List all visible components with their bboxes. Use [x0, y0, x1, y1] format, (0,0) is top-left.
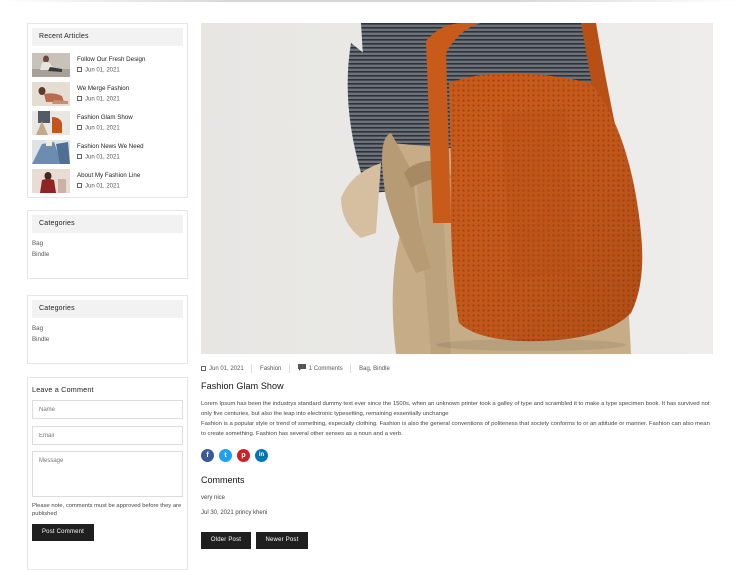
- older-post-button[interactable]: Older Post: [201, 532, 251, 549]
- calendar-icon: [77, 67, 82, 72]
- post-paragraph: Fashion is a popular style or trend of s…: [201, 421, 710, 437]
- comment-icon: [297, 364, 306, 373]
- article-date-text: Jun 01, 2021: [85, 154, 120, 161]
- post-paragraph: Lorem Ipsum has been the industrys stand…: [201, 401, 710, 417]
- article-thumbnail[interactable]: [32, 169, 70, 193]
- article-date-text: Jun 01, 2021: [85, 96, 120, 103]
- post-comment-button[interactable]: Post Comment: [32, 524, 94, 541]
- article-thumbnail[interactable]: [32, 111, 70, 135]
- category-link-bag[interactable]: Bag: [32, 325, 43, 332]
- article-date-text: Jun 01, 2021: [85, 183, 120, 190]
- leave-comment-title: Leave a Comment: [32, 385, 94, 394]
- calendar-icon: [77, 183, 82, 188]
- facebook-icon[interactable]: f: [201, 449, 214, 462]
- post-body: Lorem Ipsum has been the industrys stand…: [201, 399, 713, 439]
- article-date: Jun 01, 2021: [77, 154, 120, 161]
- post-hero-image: [201, 23, 713, 354]
- article-date: Jun 01, 2021: [77, 125, 120, 132]
- post-date: Jun 01, 2021: [209, 365, 244, 372]
- article-date-text: Jun 01, 2021: [85, 125, 120, 132]
- article-date-text: Jun 01, 2021: [85, 67, 120, 74]
- recent-article-item[interactable]: Fashion Glam Show Jun 01, 2021: [32, 111, 184, 135]
- calendar-icon: [77, 125, 82, 130]
- categories-widget: Categories Bag Bindle: [27, 295, 188, 364]
- recent-article-item[interactable]: About My Fashion Line Jun 01, 2021: [32, 169, 184, 193]
- calendar-icon: [201, 366, 206, 371]
- article-title[interactable]: About My Fashion Line: [77, 172, 140, 179]
- comments-heading: Comments: [201, 475, 245, 485]
- leave-comment-widget: Leave a Comment Please note, comments mu…: [27, 377, 188, 570]
- categories-title: Categories: [32, 215, 183, 233]
- email-input[interactable]: [32, 426, 183, 445]
- comment-text: very nice: [201, 495, 226, 501]
- moderation-note: Please note, comments must be approved b…: [32, 503, 182, 518]
- pinterest-icon[interactable]: p: [237, 449, 250, 462]
- linkedin-icon[interactable]: in: [255, 449, 268, 462]
- article-date: Jun 01, 2021: [77, 96, 120, 103]
- post-title: Fashion Glam Show: [201, 381, 284, 391]
- divider: [289, 364, 291, 373]
- article-thumbnail[interactable]: [32, 53, 70, 77]
- divider: [350, 364, 352, 373]
- categories-title: Categories: [32, 300, 183, 318]
- post-author-link[interactable]: Fashion: [260, 366, 281, 372]
- article-date: Jun 01, 2021: [77, 183, 120, 190]
- calendar-icon: [77, 154, 82, 159]
- category-link-bag[interactable]: Bag: [32, 240, 43, 247]
- recent-articles-widget: Recent Articles Follow Our Fresh Design …: [27, 23, 188, 198]
- category-link-bindle[interactable]: Bindle: [32, 336, 49, 343]
- message-textarea[interactable]: [32, 451, 183, 497]
- divider: [251, 364, 253, 373]
- article-date: Jun 01, 2021: [77, 67, 120, 74]
- category-link-bindle[interactable]: Bindle: [32, 251, 49, 258]
- article-thumbnail[interactable]: [32, 140, 70, 164]
- recent-article-item[interactable]: Follow Our Fresh Design Jun 01, 2021: [32, 53, 184, 77]
- recent-article-item[interactable]: We Merge Fashion Jun 01, 2021: [32, 82, 184, 106]
- twitter-icon[interactable]: t: [219, 449, 232, 462]
- comment-meta: Jul 30, 2021 princy kheni: [201, 510, 268, 516]
- categories-widget: Categories Bag Bindle: [27, 210, 188, 279]
- newer-post-button[interactable]: Newer Post: [256, 532, 308, 549]
- top-divider: [0, 0, 740, 2]
- article-title[interactable]: Follow Our Fresh Design: [77, 56, 145, 63]
- article-title[interactable]: Fashion Glam Show: [77, 114, 133, 121]
- recent-article-item[interactable]: Fashion News We Need Jun 01, 2021: [32, 140, 184, 164]
- article-title[interactable]: Fashion News We Need: [77, 143, 144, 150]
- comments-count-link[interactable]: 1 Comments: [309, 366, 343, 372]
- article-thumbnail[interactable]: [32, 82, 70, 106]
- name-input[interactable]: [32, 400, 183, 419]
- recent-articles-title: Recent Articles: [32, 28, 183, 46]
- calendar-icon: [77, 96, 82, 101]
- post-tags[interactable]: Bag, Bindle: [359, 366, 390, 372]
- article-title[interactable]: We Merge Fashion: [77, 85, 129, 92]
- post-meta: Jun 01, 2021 Fashion 1 Comments Bag, Bin…: [201, 364, 390, 374]
